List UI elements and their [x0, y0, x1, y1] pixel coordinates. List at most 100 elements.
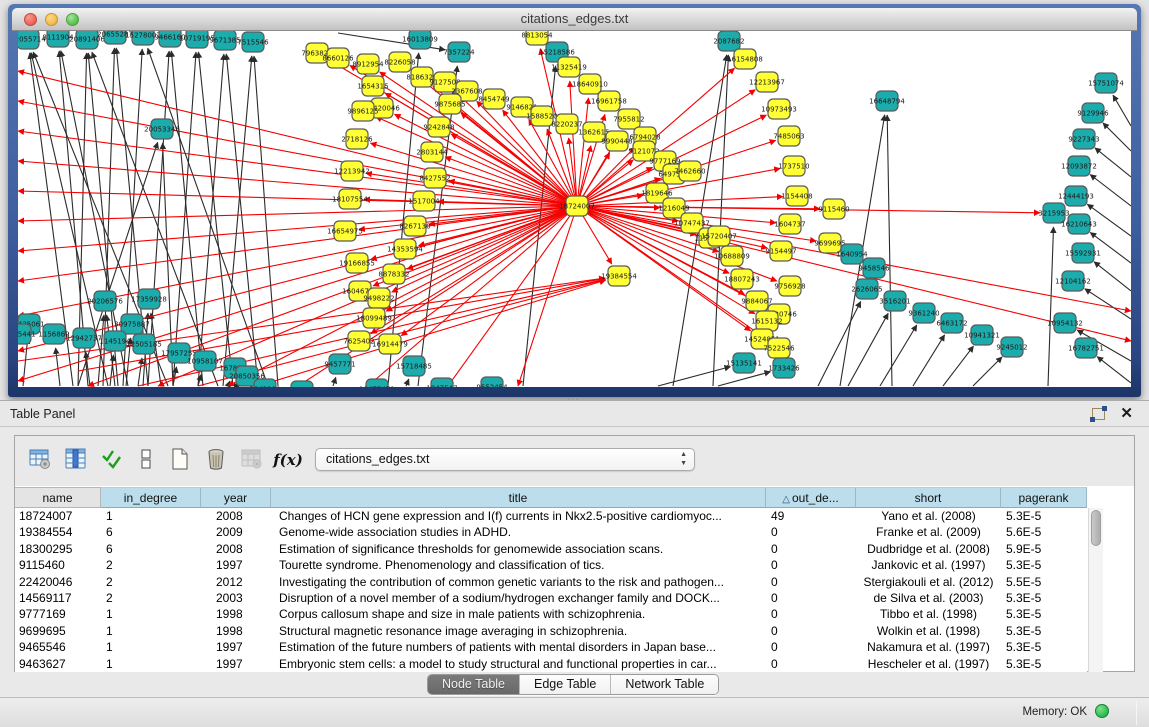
- table-cell[interactable]: 18724007: [15, 508, 101, 524]
- table-cell[interactable]: 18300295: [15, 541, 101, 557]
- new-document-icon[interactable]: [167, 447, 193, 473]
- graph-node[interactable]: 18107554: [332, 189, 368, 209]
- graph-node[interactable]: 8267130: [399, 216, 430, 236]
- graph-node[interactable]: 1517004: [408, 191, 440, 211]
- table-cell[interactable]: 5.3E-5: [1001, 590, 1087, 606]
- graph-node[interactable]: 9361240: [908, 303, 939, 323]
- table-row[interactable]: 946362711997Embryonic stem cells: a mode…: [15, 656, 1087, 672]
- table-cell[interactable]: 19384554: [15, 524, 101, 540]
- tab-network-table[interactable]: Network Table: [611, 675, 718, 694]
- table-cell[interactable]: 9699695: [15, 623, 101, 639]
- graph-node[interactable]: 15751074: [1088, 73, 1124, 93]
- table-cell[interactable]: 0: [766, 590, 856, 606]
- graph-node[interactable]: 9115460: [818, 199, 849, 219]
- table-row[interactable]: 969969511998Structural magnetic resonanc…: [15, 623, 1087, 639]
- table-cell[interactable]: Yano et al. (2008): [856, 508, 1001, 524]
- table-cell[interactable]: 6: [101, 524, 201, 540]
- table-row[interactable]: 946554611997Estimation of the future num…: [15, 639, 1087, 655]
- table-cell[interactable]: 0: [766, 656, 856, 672]
- table-cell[interactable]: 1997: [201, 639, 271, 655]
- table-row[interactable]: 1872400712008Changes of HCN gene express…: [15, 508, 1087, 524]
- delete-table-icon[interactable]: [239, 447, 265, 473]
- graph-node[interactable]: 8912954: [352, 54, 384, 74]
- table-cell[interactable]: 1997: [201, 557, 271, 573]
- graph-node[interactable]: 12444193: [1058, 186, 1094, 206]
- table-cell[interactable]: Disruption of a novel member of a sodium…: [271, 590, 766, 606]
- graph-node[interactable]: 9154497: [765, 241, 796, 261]
- table-row[interactable]: 911546021997Tourette syndrome. Phenomeno…: [15, 557, 1087, 573]
- table-cell[interactable]: Structural magnetic resonance image aver…: [271, 623, 766, 639]
- graph-node[interactable]: 9498222: [363, 288, 394, 308]
- graph-node[interactable]: 15592931: [1065, 243, 1101, 263]
- table-cell[interactable]: Estimation of significance thresholds fo…: [271, 541, 766, 557]
- table-cell[interactable]: 0: [766, 541, 856, 557]
- table-cell[interactable]: Wolkin et al. (1998): [856, 623, 1001, 639]
- table-cell[interactable]: 9463627: [15, 656, 101, 672]
- table-cell[interactable]: 14569117: [15, 590, 101, 606]
- graph-node[interactable]: 7515546: [237, 32, 269, 52]
- column-header-year[interactable]: year: [201, 487, 271, 508]
- table-cell[interactable]: 5.3E-5: [1001, 606, 1087, 622]
- table-cell[interactable]: 22420046: [15, 574, 101, 590]
- table-cell[interactable]: 5.6E-5: [1001, 524, 1087, 540]
- tab-node-table[interactable]: Node Table: [428, 675, 520, 694]
- graph-node[interactable]: 12104162: [1055, 271, 1091, 291]
- table-cell[interactable]: 1: [101, 508, 201, 524]
- table-cell[interactable]: 0: [766, 639, 856, 655]
- table-row[interactable]: 1938455462009Genome-wide association stu…: [15, 524, 1087, 540]
- graph-node[interactable]: 9227343: [1068, 129, 1099, 149]
- graph-node[interactable]: 16013809: [402, 31, 438, 49]
- table-cell[interactable]: 2008: [201, 541, 271, 557]
- table-cell[interactable]: Hescheler et al. (1997): [856, 656, 1001, 672]
- select-all-rows-icon[interactable]: [99, 447, 125, 473]
- table-cell[interactable]: 2003: [201, 590, 271, 606]
- graph-node[interactable]: 9875685: [434, 94, 465, 114]
- table-row[interactable]: 2242004622012Investigating the contribut…: [15, 574, 1087, 590]
- table-cell[interactable]: 0: [766, 606, 856, 622]
- graph-node[interactable]: 9896125: [347, 101, 378, 121]
- table-cell[interactable]: 9115460: [15, 557, 101, 573]
- graph-node[interactable]: 3516201: [879, 291, 910, 311]
- graph-node[interactable]: 16914479: [372, 334, 408, 354]
- graph-node[interactable]: 7462660: [674, 161, 705, 181]
- graph-node[interactable]: 2803144: [416, 142, 448, 162]
- table-row[interactable]: 977716911998Corpus callosum shape and si…: [15, 606, 1087, 622]
- column-header-pagerank[interactable]: pagerank: [1001, 487, 1087, 508]
- graph-node[interactable]: 19384554: [601, 266, 637, 286]
- table-cell[interactable]: 1: [101, 639, 201, 655]
- graph-node[interactable]: 8427552: [419, 168, 450, 188]
- graph-node[interactable]: 1615132: [751, 311, 782, 331]
- table-cell[interactable]: 5.5E-5: [1001, 574, 1087, 590]
- graph-node[interactable]: 9129946: [1077, 103, 1109, 123]
- network-canvas[interactable]: 2205571481119042089140620655287152780079…: [18, 31, 1131, 387]
- table-cell[interactable]: de Silva et al. (2003): [856, 590, 1001, 606]
- graph-node[interactable]: 8454749: [478, 89, 509, 109]
- table-cell[interactable]: 5.3E-5: [1001, 639, 1087, 655]
- graph-node[interactable]: 16154808: [727, 49, 763, 69]
- table-cell[interactable]: Changes of HCN gene expression and I(f) …: [271, 508, 766, 524]
- close-panel-icon[interactable]: ✕: [1120, 404, 1133, 422]
- table-cell[interactable]: 0: [766, 524, 856, 540]
- graph-node[interactable]: 18475471: [359, 379, 395, 387]
- graph-node[interactable]: 7357224: [443, 42, 475, 62]
- table-cell[interactable]: Embryonic stem cells: a model to study s…: [271, 656, 766, 672]
- column-header-short[interactable]: short: [856, 487, 1001, 508]
- graph-node[interactable]: 9756928: [774, 276, 805, 296]
- row-height-icon[interactable]: [133, 447, 159, 473]
- table-cell[interactable]: 0: [766, 623, 856, 639]
- window-close-button[interactable]: [24, 13, 37, 26]
- graph-node[interactable]: 9245012: [996, 337, 1027, 357]
- graph-node[interactable]: 8660126: [322, 48, 354, 68]
- graph-node[interactable]: 16782751: [1068, 338, 1104, 358]
- graph-node[interactable]: 20053346: [144, 119, 180, 139]
- column-select-icon[interactable]: [63, 447, 89, 473]
- graph-node[interactable]: 2626065: [851, 279, 882, 299]
- window-zoom-button[interactable]: [66, 13, 79, 26]
- delete-trash-icon[interactable]: [203, 447, 229, 473]
- network-window-titlebar[interactable]: citations_edges.txt: [12, 8, 1137, 31]
- table-cell[interactable]: Jankovic et al. (1997): [856, 557, 1001, 573]
- table-cell[interactable]: 1997: [201, 656, 271, 672]
- graph-node[interactable]: 1957184: [286, 381, 318, 387]
- table-cell[interactable]: Investigating the contribution of common…: [271, 574, 766, 590]
- table-row[interactable]: 1830029562008Estimation of significance …: [15, 541, 1087, 557]
